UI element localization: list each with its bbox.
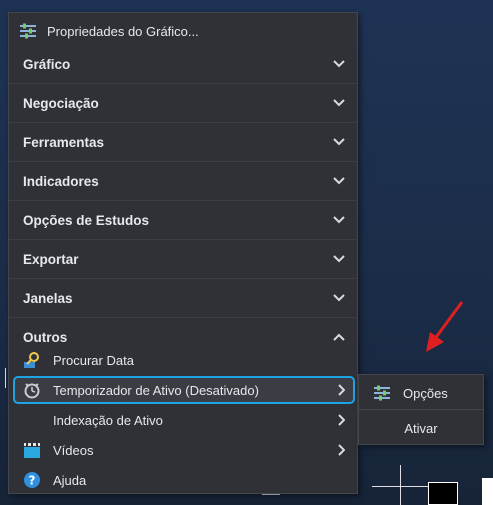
chart-properties-label: Propriedades do Gráfico... [47, 23, 199, 39]
submenu-opcoes[interactable]: Opções [359, 377, 483, 409]
item-temporizador-de-ativo[interactable]: Temporizador de Ativo (Desativado) [9, 375, 357, 405]
crosshair-line [400, 465, 401, 505]
chevron-down-icon [333, 177, 345, 185]
item-label: Vídeos [53, 442, 94, 458]
chevron-down-icon [333, 60, 345, 68]
sliders-icon [19, 22, 37, 40]
section-label: Negociação [23, 95, 99, 111]
section-label: Outros [23, 330, 68, 345]
context-menu: Propriedades do Gráfico... Gráfico Negoc… [8, 12, 358, 494]
chevron-down-icon [333, 216, 345, 224]
timer-icon [23, 381, 41, 399]
chevron-down-icon [333, 138, 345, 146]
chevron-right-icon [338, 414, 345, 426]
submenu-label: Opções [403, 385, 448, 401]
chevron-down-icon [333, 294, 345, 302]
section-janelas[interactable]: Janelas [9, 279, 357, 318]
chevron-down-icon [333, 255, 345, 263]
item-procurar-data[interactable]: Procurar Data [9, 345, 357, 375]
item-videos[interactable]: Vídeos [9, 435, 357, 465]
section-indicadores[interactable]: Indicadores [9, 162, 357, 201]
section-label: Ferramentas [23, 134, 105, 150]
annotation-arrow-icon [426, 301, 464, 352]
chart-properties-item[interactable]: Propriedades do Gráfico... [9, 17, 357, 45]
blank-icon [23, 411, 41, 429]
section-label: Janelas [23, 290, 73, 306]
chevron-down-icon [333, 99, 345, 107]
search-data-icon [23, 351, 41, 369]
chevron-up-icon [333, 333, 345, 341]
section-label: Exportar [23, 251, 79, 267]
timer-submenu: Opções Ativar [358, 374, 484, 445]
crosshair-line [372, 486, 428, 487]
section-ferramentas[interactable]: Ferramentas [9, 123, 357, 162]
chevron-right-icon [338, 444, 345, 456]
chart-white-box [482, 478, 493, 505]
section-label: Gráfico [23, 56, 71, 72]
crosshair-line [5, 368, 6, 388]
section-label: Opções de Estudos [23, 212, 150, 228]
item-label: Temporizador de Ativo (Desativado) [53, 382, 259, 398]
item-indexacao-de-ativo[interactable]: Indexação de Ativo [9, 405, 357, 435]
section-grafico[interactable]: Gráfico [9, 45, 357, 84]
item-label: Indexação de Ativo [53, 412, 163, 428]
section-opcoes-de-estudos[interactable]: Opções de Estudos [9, 201, 357, 240]
section-label: Indicadores [23, 173, 99, 189]
sliders-icon [373, 384, 391, 402]
submenu-ativar[interactable]: Ativar [359, 412, 483, 444]
item-ajuda[interactable]: ? Ajuda [9, 465, 357, 495]
svg-text:?: ? [29, 474, 36, 488]
submenu-label: Ativar [404, 420, 438, 436]
help-icon: ? [23, 471, 41, 489]
item-label: Procurar Data [53, 352, 134, 368]
submenu-divider [359, 409, 483, 410]
section-exportar[interactable]: Exportar [9, 240, 357, 279]
video-icon [23, 441, 41, 459]
chart-dark-box [428, 482, 458, 505]
section-negociacao[interactable]: Negociação [9, 84, 357, 123]
chevron-right-icon [338, 384, 345, 396]
item-label: Ajuda [53, 472, 87, 488]
